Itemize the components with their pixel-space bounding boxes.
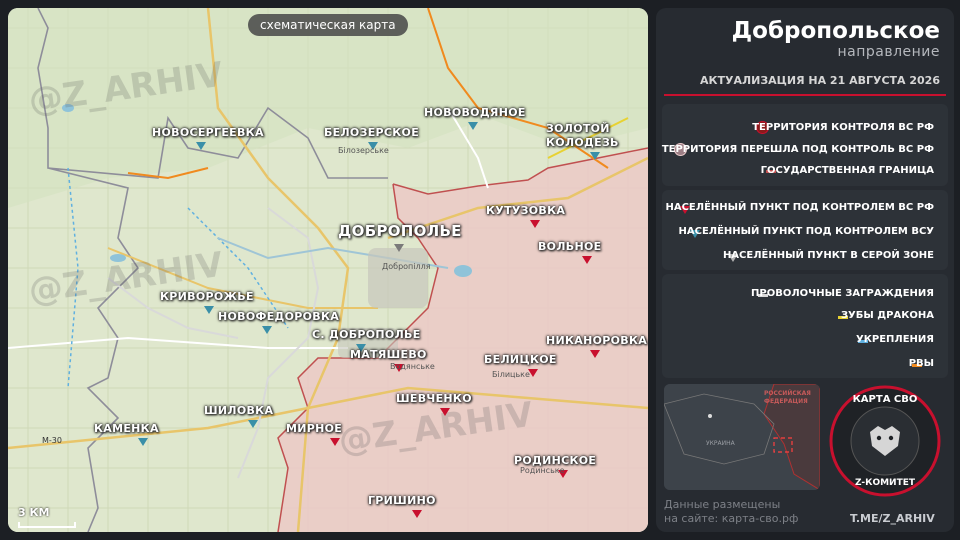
settlement-area	[368, 248, 428, 308]
pond	[454, 265, 472, 277]
town-label: НИКАНОРОВКА	[546, 334, 648, 347]
legend-item: УКРЕПЛЕНИЯ	[856, 334, 934, 345]
sublabel: Білицьке	[492, 370, 530, 379]
legend-item: ПРОВОЛОЧНЫЕ ЗАГРАЖДЕНИЯ	[751, 288, 934, 299]
town-label: КОЛОДЕЗЬ	[546, 136, 619, 149]
update-date: АКТУАЛИЗАЦИЯ НА 21 АВГУСТА 2026	[700, 74, 940, 87]
sublabel: Білозерське	[338, 146, 389, 155]
legend-item: ЗУБЫ ДРАКОНА	[840, 310, 934, 321]
town-marker-red	[590, 350, 600, 358]
overview-mini-map[interactable]: РОССИЙСКАЯ ФЕДЕРАЦИЯ УКРАИНА	[664, 384, 820, 490]
legend-group-defense: ПРОВОЛОЧНЫЕ ЗАГРАЖДЕНИЯ ЗУБЫ ДРАКОНА УКР…	[662, 274, 948, 378]
town-marker-red	[582, 256, 592, 264]
town-label: ДОБРОПОЛЬЕ	[338, 222, 462, 240]
legend-item: НАСЕЛЁННЫЙ ПУНКТ В СЕРОЙ ЗОНЕ	[722, 250, 934, 261]
karta-svo-logo: КАРТА СВО Z-КОМИТЕТ	[826, 382, 944, 500]
mini-map-russia-label: РОССИЙСКАЯ ФЕДЕРАЦИЯ	[764, 390, 811, 405]
town-marker-blue	[138, 438, 148, 446]
sublabel: Родинське	[520, 466, 565, 475]
town-marker-blue	[196, 142, 206, 150]
town-marker-red	[330, 438, 340, 446]
logo-top-text: КАРТА СВО	[852, 394, 918, 405]
town-label: КУТУЗОВКА	[486, 204, 566, 217]
town-label: ШИЛОВКА	[204, 404, 274, 417]
town-marker-grey	[394, 244, 404, 252]
town-label: НОВОФЕДОРОВКА	[218, 310, 340, 323]
town-label: ВОЛЬНОЕ	[538, 240, 602, 253]
scale-bar	[18, 522, 76, 528]
legend-item: ГОСУДАРСТВЕННАЯ ГРАНИЦА	[760, 165, 934, 176]
scale-label: 3 КМ	[18, 506, 50, 519]
town-label: ГРИШИНО	[368, 494, 436, 507]
town-label: ШЕВЧЕНКО	[396, 392, 472, 405]
legend-item: НАСЕЛЁННЫЙ ПУНКТ ПОД КОНТРОЛЕМ ВСУ	[678, 226, 934, 237]
sublabel: Добропілля	[382, 262, 431, 271]
divider	[664, 94, 946, 96]
town-marker-blue	[590, 152, 600, 160]
town-marker-blue	[248, 420, 258, 428]
town-marker-red	[440, 408, 450, 416]
sublabel: Водянське	[390, 362, 435, 371]
legend-panel: Добропольское направление АКТУАЛИЗАЦИЯ Н…	[656, 8, 954, 532]
map-area[interactable]: @Z_ARHIV @Z_ARHIV @Z_ARHIV схематическая…	[8, 8, 648, 532]
footer-site-link[interactable]: на сайте: карта-сво.рф	[664, 512, 798, 525]
direction-subtitle: направление	[837, 44, 940, 60]
town-marker-blue	[262, 326, 272, 334]
legend-item: РВЫ	[908, 358, 934, 369]
telegram-link[interactable]: T.ME/Z_ARHIV	[850, 512, 935, 525]
town-label: БЕЛОЗЕРСКОЕ	[324, 126, 420, 139]
direction-title: Добропольское	[731, 18, 940, 44]
legend-item: НАСЕЛЁННЫЙ ПУНКТ ПОД КОНТРОЛЕМ ВС РФ	[665, 202, 934, 213]
town-label: С. ДОБРОПОЛЬЕ	[312, 328, 421, 341]
town-label: НОВОСЕРГЕЕВКА	[152, 126, 264, 139]
road-number-label: М-30	[42, 436, 62, 445]
town-marker-red	[530, 220, 540, 228]
town-marker-red	[412, 510, 422, 518]
legend-item: ТЕРРИТОРИЯ КОНТРОЛЯ ВС РФ	[752, 122, 934, 133]
footer-text: Данные размещены	[664, 498, 781, 511]
map-type-badge: схематическая карта	[248, 14, 408, 36]
town-marker-blue	[468, 122, 478, 130]
mini-map-ukraine-label: УКРАИНА	[706, 440, 735, 447]
town-label: КРИВОРОЖЬЕ	[160, 290, 254, 303]
town-label: БЕЛИЦКОЕ	[484, 353, 557, 366]
town-label: НОВОВОДЯНОЕ	[424, 106, 526, 119]
town-label: КАМЕНКА	[94, 422, 159, 435]
logo-bottom-text: Z-КОМИТЕТ	[854, 478, 916, 488]
town-marker-blue	[204, 306, 214, 314]
legend-item: ТЕРРИТОРИЯ ПЕРЕШЛА ПОД КОНТРОЛЬ ВС РФ	[661, 144, 934, 155]
town-label: ЗОЛОТОЙ	[546, 122, 610, 135]
town-label: МАТЯШЕВО	[350, 348, 427, 361]
town-label: МИРНОЕ	[286, 422, 343, 435]
legend-group-towns: НАСЕЛЁННЫЙ ПУНКТ ПОД КОНТРОЛЕМ ВС РФ НАС…	[662, 190, 948, 270]
legend-group-territory: ТЕРРИТОРИЯ КОНТРОЛЯ ВС РФ ТЕРРИТОРИЯ ПЕР…	[662, 104, 948, 186]
